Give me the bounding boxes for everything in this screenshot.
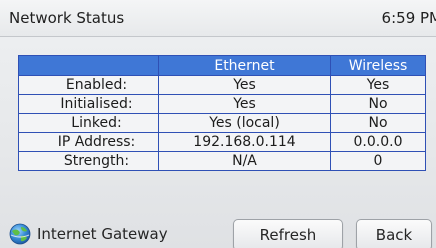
table-row: Linked: Yes (local) No	[18, 113, 426, 133]
table-row: Enabled: Yes Yes	[18, 75, 426, 95]
title-bar: Network Status 6:59 PM	[0, 0, 436, 37]
wireless-value: 0	[330, 151, 426, 171]
refresh-button[interactable]: Refresh	[233, 219, 343, 248]
row-label: Initialised:	[18, 94, 159, 114]
internet-gateway-label: Internet Gateway	[37, 225, 168, 243]
wireless-value: No	[330, 94, 426, 114]
ethernet-value: Yes	[158, 94, 331, 114]
table-header-row: Ethernet Wireless	[18, 55, 426, 76]
ethernet-value: Yes	[158, 75, 331, 95]
row-label: Strength:	[18, 151, 159, 171]
header-cell-empty	[18, 55, 159, 76]
network-status-table: Ethernet Wireless Enabled: Yes Yes Initi…	[18, 55, 426, 171]
globe-icon	[9, 223, 31, 245]
clock: 6:59 PM	[381, 9, 436, 27]
back-button[interactable]: Back	[356, 219, 432, 248]
ethernet-value: N/A	[158, 151, 331, 171]
table-row: Initialised: Yes No	[18, 94, 426, 114]
wireless-value: 0.0.0.0	[330, 132, 426, 152]
footer-bar: Internet Gateway Refresh Back	[0, 216, 436, 248]
header-cell-wireless: Wireless	[330, 55, 426, 76]
row-label: IP Address:	[18, 132, 159, 152]
ethernet-value: 192.168.0.114	[158, 132, 331, 152]
row-label: Linked:	[18, 113, 159, 133]
wireless-value: No	[330, 113, 426, 133]
header-cell-ethernet: Ethernet	[158, 55, 331, 76]
page-title: Network Status	[9, 9, 125, 27]
ethernet-value: Yes (local)	[158, 113, 331, 133]
wireless-value: Yes	[330, 75, 426, 95]
table-row: IP Address: 192.168.0.114 0.0.0.0	[18, 132, 426, 152]
table-row: Strength: N/A 0	[18, 151, 426, 171]
row-label: Enabled:	[18, 75, 159, 95]
network-status-screen: Network Status 6:59 PM Ethernet Wireless…	[0, 0, 436, 248]
